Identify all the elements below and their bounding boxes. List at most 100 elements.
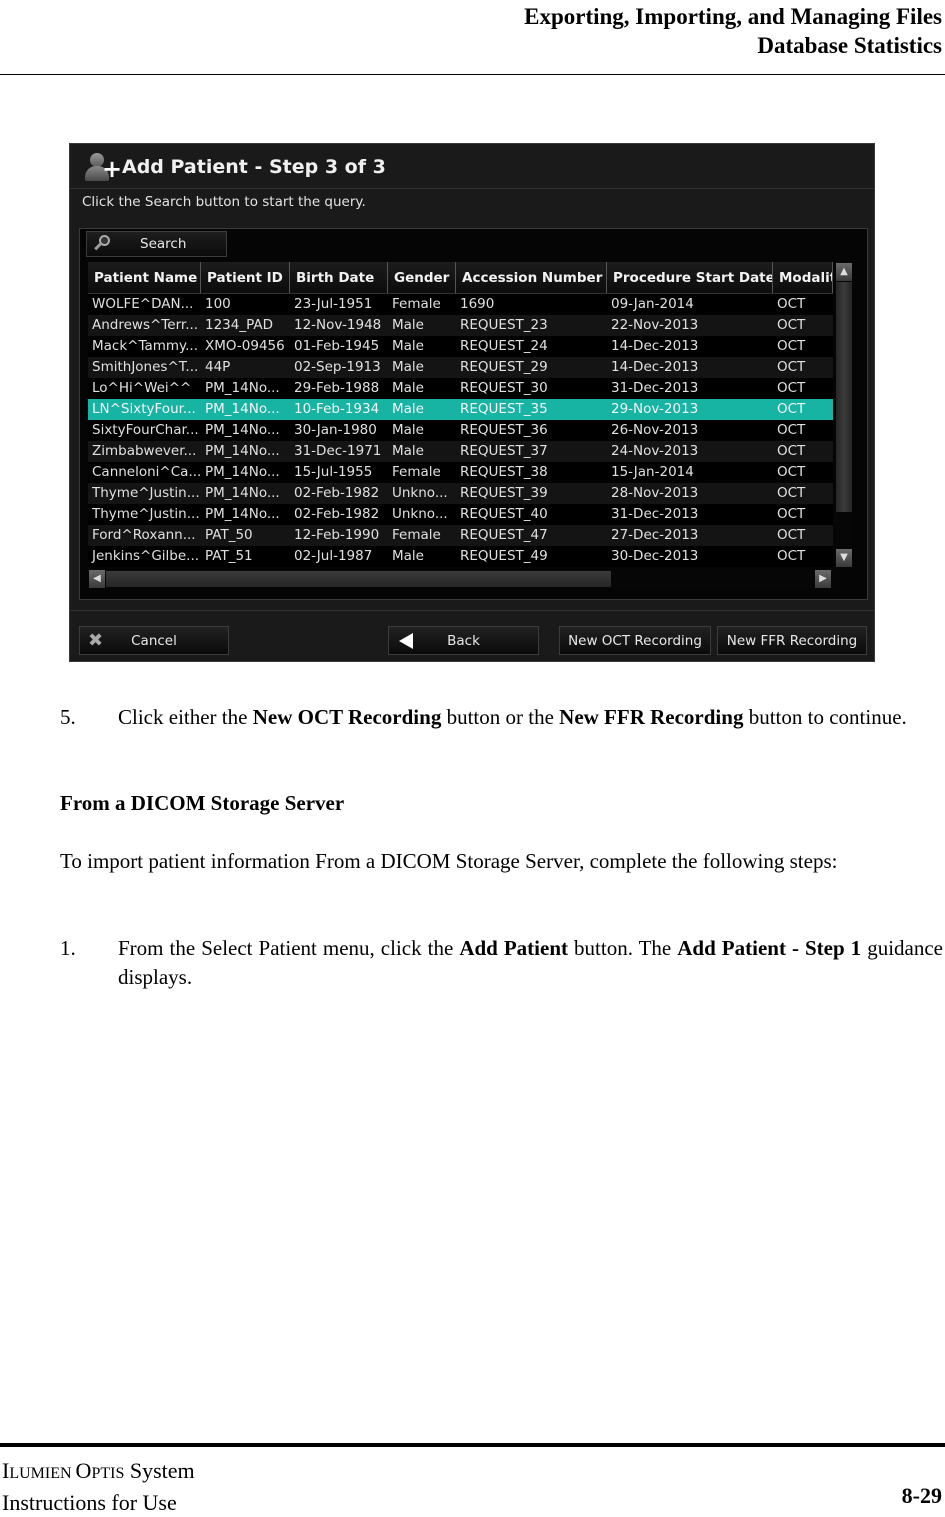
table-row[interactable]: Lo^Hi^Wei^^ PM_14No... 29-Feb-1988 Male REQU…	[88, 378, 833, 399]
intro-paragraph: To import patient information From a DIC…	[60, 849, 838, 873]
new-oct-recording-button[interactable]: New OCT Recording	[559, 626, 711, 655]
header-divider	[0, 74, 945, 75]
table-row[interactable]: Ford^Roxann... PAT_50 12-Feb-1990 Female REQ…	[88, 525, 833, 546]
column-header[interactable]: Modalit	[773, 262, 833, 293]
table-cell: REQUEST_23	[460, 317, 548, 333]
table-row[interactable]: Zimbabwever... PM_14No... 31-Dec-1971 Male R…	[88, 441, 833, 462]
document-type: Instructions for Use	[2, 1490, 177, 1515]
table-row[interactable]: Thyme^Justin... PM_14No... 02-Feb-1982 Unkn…	[88, 483, 833, 504]
new-ffr-recording-button[interactable]: New FFR Recording	[717, 626, 867, 655]
table-cell: 12-Nov-1948	[294, 317, 382, 333]
table-row[interactable]: SmithJones^T... 44P 02-Sep-1913 Male REQUEST…	[88, 357, 833, 378]
horizontal-scroll-thumb[interactable]	[106, 571, 611, 587]
table-cell: 29-Nov-2013	[611, 401, 699, 417]
table-cell: 30-Dec-2013	[611, 548, 699, 564]
step-text: Click either the	[118, 705, 253, 729]
step-number: 5.	[60, 705, 76, 729]
vertical-scrollbar[interactable]: ▲ ▼	[835, 262, 853, 568]
cancel-button-label: Cancel	[131, 632, 177, 649]
column-header[interactable]: Procedure Start Date	[607, 262, 773, 293]
page-header: Exporting, Importing, and Managing Files…	[524, 2, 942, 60]
table-cell: OCT	[777, 527, 806, 543]
table-cell: REQUEST_47	[460, 527, 548, 543]
dialog-title-bar: + Add Patient - Step 3 of 3	[84, 150, 386, 184]
table-body: WOLFE^DAN... 100 23-Jul-1951 Female 1690 09-J…	[88, 294, 833, 567]
add-patient-dialog: + Add Patient - Step 3 of 3 Click the Se…	[69, 143, 875, 662]
table-cell: 26-Nov-2013	[611, 422, 699, 438]
table-cell: Thyme^Justin...	[92, 506, 200, 522]
table-row[interactable]: Thyme^Justin... PM_14No... 02-Feb-1982 Unkn…	[88, 504, 833, 525]
scroll-up-icon[interactable]: ▲	[836, 263, 852, 281]
table-row[interactable]: Mack^Tammy... XMO-09456 01-Feb-1945 Male REQ…	[88, 336, 833, 357]
table-row[interactable]: SixtyFourChar... PM_14No... 30-Jan-1980 Mal…	[88, 420, 833, 441]
table-cell: Male	[392, 422, 424, 438]
step-text: From the Select Patient menu, click the	[118, 936, 460, 960]
table-row[interactable]: Andrews^Terr... 1234_PAD 12-Nov-1948 Male RE…	[88, 315, 833, 336]
patient-results-table: Patient Name Patient ID Birth Date Gender Ac…	[88, 262, 833, 568]
table-cell: 15-Jul-1955	[294, 464, 373, 480]
table-cell: Male	[392, 443, 424, 459]
step-1: 1. From the Select Patient menu, click t…	[60, 934, 943, 992]
page-number: 8-29	[901, 1483, 942, 1508]
scroll-down-icon[interactable]: ▼	[836, 549, 852, 567]
table-cell: Female	[392, 296, 441, 312]
table-cell: Ford^Roxann...	[92, 527, 196, 543]
table-cell: 29-Feb-1988	[294, 380, 380, 396]
table-cell: PM_14No...	[205, 401, 280, 417]
back-button[interactable]: Back	[388, 626, 539, 655]
table-cell: 30-Jan-1980	[294, 422, 377, 438]
scroll-left-icon[interactable]: ◀	[89, 570, 105, 588]
table-cell: OCT	[777, 380, 806, 396]
table-cell: Mack^Tammy...	[92, 338, 198, 354]
step-number: 1.	[60, 936, 76, 960]
vertical-scroll-thumb[interactable]	[836, 282, 852, 512]
table-cell: REQUEST_40	[460, 506, 548, 522]
table-cell: Male	[392, 338, 424, 354]
table-cell: 02-Feb-1982	[294, 485, 380, 501]
table-cell: 02-Sep-1913	[294, 359, 381, 375]
table-cell: PM_14No...	[205, 485, 280, 501]
scroll-right-icon[interactable]: ▶	[815, 570, 831, 588]
table-cell: OCT	[777, 548, 806, 564]
table-row-selected[interactable]: LN^SixtyFour... PM_14No... 10-Feb-1934 Male…	[88, 399, 833, 420]
table-cell: PAT_51	[205, 548, 253, 564]
column-header[interactable]: Patient Name	[88, 262, 201, 293]
table-cell: XMO-09456	[205, 338, 285, 354]
table-cell: REQUEST_38	[460, 464, 548, 480]
table-cell: 23-Jul-1951	[294, 296, 373, 312]
table-cell: Lo^Hi^Wei^^	[92, 380, 192, 396]
table-cell: 100	[205, 296, 231, 312]
table-cell: OCT	[777, 506, 806, 522]
column-header[interactable]: Patient ID	[201, 262, 290, 293]
table-cell: Female	[392, 464, 441, 480]
step-text: button or the	[441, 705, 560, 729]
table-cell: 22-Nov-2013	[611, 317, 699, 333]
table-cell: REQUEST_36	[460, 422, 548, 438]
column-header[interactable]: Birth Date	[290, 262, 388, 293]
table-cell: 02-Jul-1987	[294, 548, 373, 564]
section-heading: From a DICOM Storage Server	[60, 791, 345, 815]
cancel-button[interactable]: ✖ Cancel	[79, 626, 229, 655]
search-button[interactable]: Search	[86, 231, 227, 257]
table-cell: PM_14No...	[205, 506, 280, 522]
table-cell: Unkno...	[392, 485, 448, 501]
footer-divider	[0, 1443, 945, 1447]
horizontal-scrollbar[interactable]: ◀ ▶	[88, 570, 833, 588]
back-button-label: Back	[447, 632, 480, 649]
table-cell: Male	[392, 359, 424, 375]
table-cell: WOLFE^DAN...	[92, 296, 194, 312]
table-cell: PM_14No...	[205, 443, 280, 459]
table-cell: OCT	[777, 443, 806, 459]
table-row[interactable]: Canneloni^Ca... PM_14No... 15-Jul-1955 Fema…	[88, 462, 833, 483]
table-cell: REQUEST_35	[460, 401, 548, 417]
column-header[interactable]: Accession Number	[456, 262, 607, 293]
table-cell: 28-Nov-2013	[611, 485, 699, 501]
table-cell: OCT	[777, 485, 806, 501]
table-cell: REQUEST_37	[460, 443, 548, 459]
step-text: button. The	[568, 936, 678, 960]
search-button-label: Search	[140, 236, 187, 252]
table-row[interactable]: Jenkins^Gilbe... PAT_51 02-Jul-1987 Male REQ…	[88, 546, 833, 567]
table-cell: Male	[392, 380, 424, 396]
column-header[interactable]: Gender	[388, 262, 456, 293]
table-row[interactable]: WOLFE^DAN... 100 23-Jul-1951 Female 1690 09-J…	[88, 294, 833, 315]
